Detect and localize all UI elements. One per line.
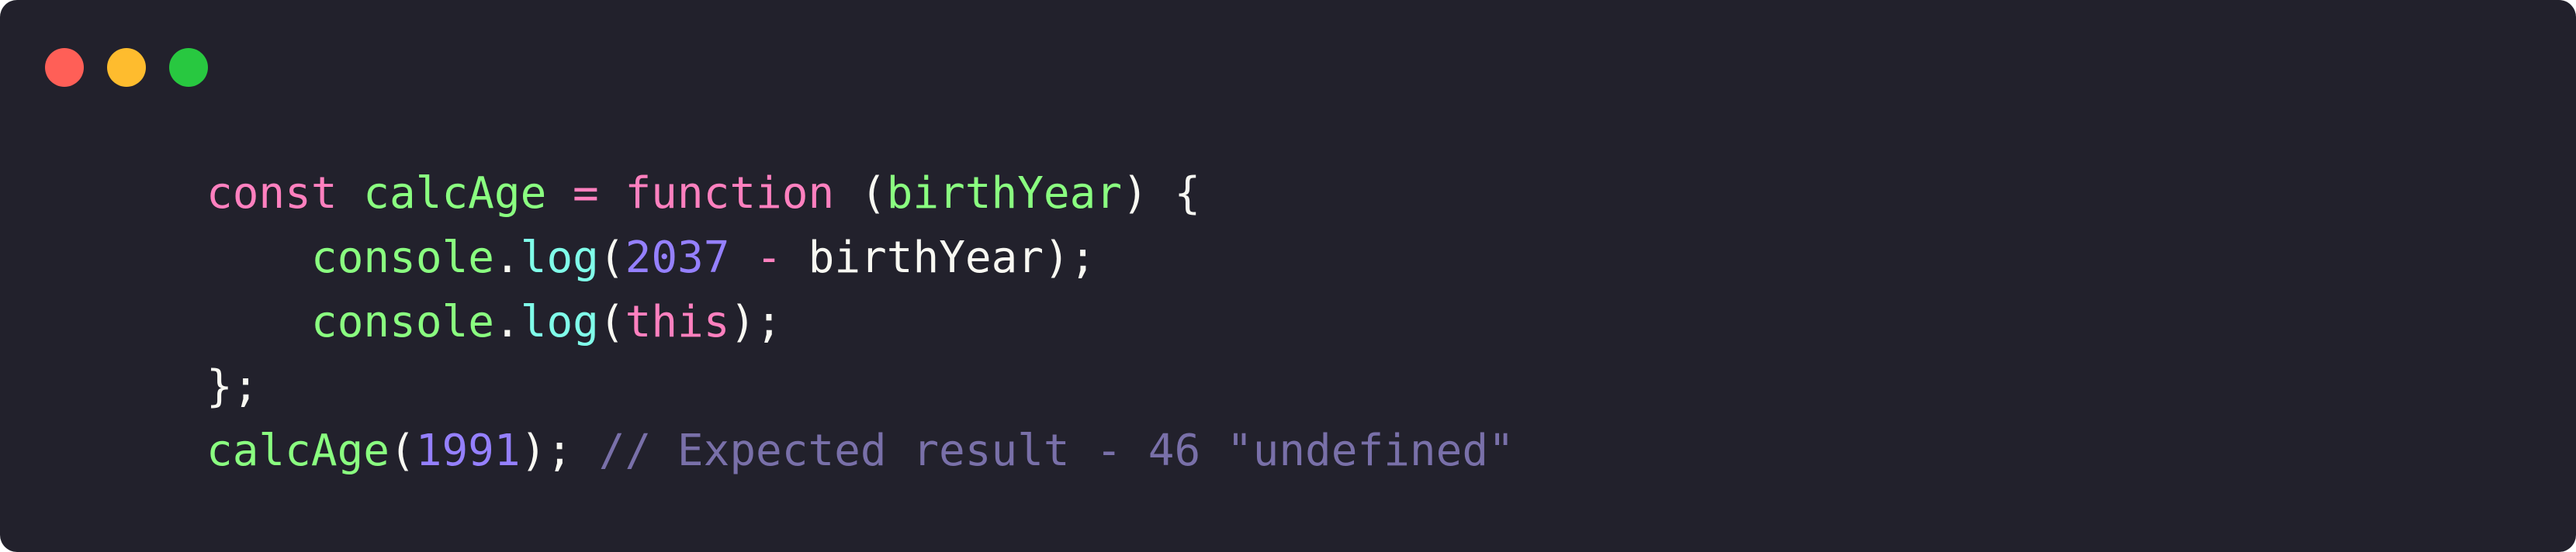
code-line-3: console.log(this); [206,290,1515,354]
keyword-function: function [625,168,835,219]
open-paren: ( [598,297,625,347]
window-controls [45,48,208,87]
closing-brace: }; [206,361,259,412]
this-keyword: this [625,297,730,347]
close-paren: ); [1044,233,1096,283]
member-dot: . [494,297,521,347]
assignment-operator: = [573,168,599,219]
code-line-5: calcAge(1991); // Expected result - 46 "… [206,419,1515,483]
open-paren: ( [598,233,625,283]
number-literal: 1991 [415,426,521,476]
code-line-1: const calcAge = function (birthYear) { [206,161,1515,226]
close-paren: ); [729,297,782,347]
log-method: log [520,297,599,347]
code-line-4: }; [206,354,1515,419]
close-paren: ); [520,426,573,476]
minus-operator: - [756,233,782,283]
code-line-2: console.log(2037 - birthYear); [206,226,1515,290]
member-dot: . [494,233,521,283]
code-block: const calcAge = function (birthYear) {co… [206,161,1515,483]
open-paren: ( [390,426,416,476]
close-paren-brace: ) { [1122,168,1201,219]
maximize-icon[interactable] [169,48,208,87]
console-object: console [311,297,495,347]
close-icon[interactable] [45,48,84,87]
keyword-const: const [206,168,338,219]
code-comment: // Expected result - 46 "undefined" [598,426,1515,476]
function-call: calcAge [206,426,390,476]
log-method: log [520,233,599,283]
minimize-icon[interactable] [107,48,146,87]
open-paren: ( [860,168,887,219]
code-window: const calcAge = function (birthYear) {co… [0,0,2576,552]
argument-name: birthYear [808,233,1044,283]
function-name: calcAge [363,168,547,219]
parameter-name: birthYear [886,168,1123,219]
console-object: console [311,233,495,283]
number-literal: 2037 [625,233,730,283]
